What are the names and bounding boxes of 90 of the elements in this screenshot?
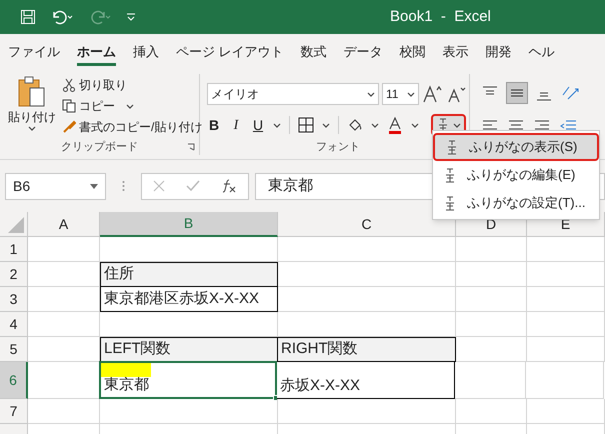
save-icon[interactable] bbox=[20, 9, 36, 25]
chevron-down-icon[interactable] bbox=[411, 122, 419, 128]
copy-icon bbox=[62, 99, 76, 113]
checkmark-icon[interactable] bbox=[186, 180, 200, 192]
scissors-icon bbox=[62, 78, 76, 92]
row-header[interactable]: 1 bbox=[0, 237, 28, 262]
table-cell: 赤坂X-X-XX bbox=[277, 361, 455, 399]
copy-button[interactable]: コピー bbox=[62, 97, 202, 115]
furigana-icon bbox=[443, 167, 457, 183]
row-header[interactable]: 6 bbox=[0, 362, 28, 399]
ribbon-tab[interactable]: 校閲 bbox=[400, 38, 426, 66]
ribbon-tab[interactable]: ファイル bbox=[8, 38, 60, 66]
table-cell: 住所 bbox=[100, 262, 278, 287]
window-title: Book1 - Excel bbox=[390, 6, 491, 27]
grid-cell[interactable] bbox=[28, 399, 100, 424]
grid-cell[interactable] bbox=[456, 262, 527, 287]
borders-icon[interactable] bbox=[298, 117, 314, 133]
ribbon-tab[interactable]: 表示 bbox=[442, 38, 469, 66]
function-icon[interactable] bbox=[221, 179, 238, 193]
grid-cell[interactable] bbox=[278, 237, 456, 262]
italic-button[interactable]: I bbox=[229, 114, 243, 136]
table-cell: RIGHT関数 bbox=[278, 337, 456, 362]
font-color-icon[interactable] bbox=[387, 116, 403, 134]
grid-cell[interactable] bbox=[456, 312, 527, 337]
grid-cell[interactable] bbox=[278, 399, 456, 424]
ribbon-tab[interactable]: ページ レイアウト bbox=[176, 38, 284, 66]
group-label: クリップボード bbox=[61, 140, 138, 155]
menu-item[interactable]: ふりがなの表示(S) bbox=[433, 133, 599, 161]
paste-button[interactable]: 貼り付け bbox=[8, 76, 56, 139]
chevron-down-icon[interactable] bbox=[126, 104, 134, 108]
row-header[interactable]: 5 bbox=[0, 337, 28, 362]
ribbon-tab[interactable]: ヘル bbox=[528, 38, 555, 66]
cut-button[interactable]: 切り取り bbox=[62, 76, 202, 94]
column-header[interactable]: B bbox=[100, 212, 278, 237]
font-name-field[interactable]: メイリオ bbox=[207, 83, 379, 105]
triangle-icon bbox=[8, 217, 24, 233]
chevron-down-icon[interactable] bbox=[322, 122, 330, 128]
bold-button[interactable]: B bbox=[207, 114, 221, 136]
table-cell: 東京都港区赤坂X-X-XX bbox=[100, 286, 278, 312]
dropdown-arrow-icon bbox=[90, 184, 98, 188]
row-header[interactable]: 4 bbox=[0, 312, 28, 337]
furigana-icon bbox=[445, 139, 459, 155]
ribbon-tab[interactable]: 数式 bbox=[300, 38, 327, 66]
furigana-icon bbox=[443, 195, 457, 211]
grid-cell[interactable] bbox=[278, 287, 456, 312]
chevron-down-icon[interactable] bbox=[28, 126, 36, 131]
align-middle-icon[interactable] bbox=[506, 82, 528, 104]
grow-font-icon[interactable] bbox=[422, 84, 444, 104]
row-header[interactable]: 7 bbox=[0, 399, 28, 424]
grid-cell[interactable] bbox=[527, 237, 605, 262]
row-header[interactable]: 2 bbox=[0, 262, 28, 287]
format-painter-button[interactable]: 書式のコピー/貼り付け bbox=[62, 118, 202, 136]
name-box[interactable]: B6 bbox=[5, 172, 106, 200]
grid-cell[interactable] bbox=[527, 337, 605, 362]
row-header[interactable]: 3 bbox=[0, 287, 28, 312]
ribbon-tab[interactable]: ホーム bbox=[77, 38, 116, 66]
fill-color-icon[interactable] bbox=[347, 117, 363, 133]
ribbon-tab[interactable]: 開発 bbox=[486, 38, 512, 66]
grid-cell[interactable] bbox=[278, 262, 456, 287]
chevron-down-icon[interactable] bbox=[273, 122, 281, 128]
grid-cell[interactable] bbox=[456, 237, 527, 262]
chevron-down-icon[interactable] bbox=[453, 122, 461, 128]
table-cell: LEFT関数 bbox=[100, 337, 278, 362]
chevron-down-icon[interactable] bbox=[407, 92, 415, 96]
grid-cell[interactable] bbox=[527, 262, 605, 287]
grid-cell[interactable] bbox=[527, 287, 605, 312]
dialog-launcher-icon[interactable] bbox=[187, 143, 195, 151]
grid-cell[interactable] bbox=[455, 362, 526, 399]
grid-cell[interactable] bbox=[526, 362, 604, 399]
grid-cell[interactable] bbox=[527, 312, 605, 337]
group-label: フォント bbox=[316, 140, 360, 155]
grid-cell[interactable] bbox=[456, 287, 527, 312]
customize-icon[interactable] bbox=[126, 12, 136, 22]
grid-cell[interactable] bbox=[28, 312, 100, 337]
chevron-down-icon[interactable] bbox=[367, 92, 375, 96]
paintbrush-icon bbox=[62, 120, 76, 134]
grid-cell[interactable] bbox=[100, 399, 278, 424]
font-size-field[interactable]: 11 bbox=[382, 83, 419, 105]
table-cell: 東京都 bbox=[99, 361, 277, 399]
chevron-down-icon[interactable] bbox=[371, 122, 379, 128]
grid-cell[interactable] bbox=[456, 399, 527, 424]
ribbon-tab[interactable]: 挿入 bbox=[133, 38, 159, 66]
grid-cell[interactable] bbox=[456, 337, 527, 362]
grid-cell[interactable] bbox=[28, 237, 100, 262]
underline-button[interactable]: U bbox=[251, 114, 265, 136]
cancel-icon[interactable] bbox=[152, 180, 165, 192]
clipboard-icon bbox=[17, 76, 47, 108]
grid-cell[interactable] bbox=[527, 399, 605, 424]
ribbon-tab[interactable]: データ bbox=[344, 38, 383, 66]
grip-icon bbox=[122, 180, 125, 192]
